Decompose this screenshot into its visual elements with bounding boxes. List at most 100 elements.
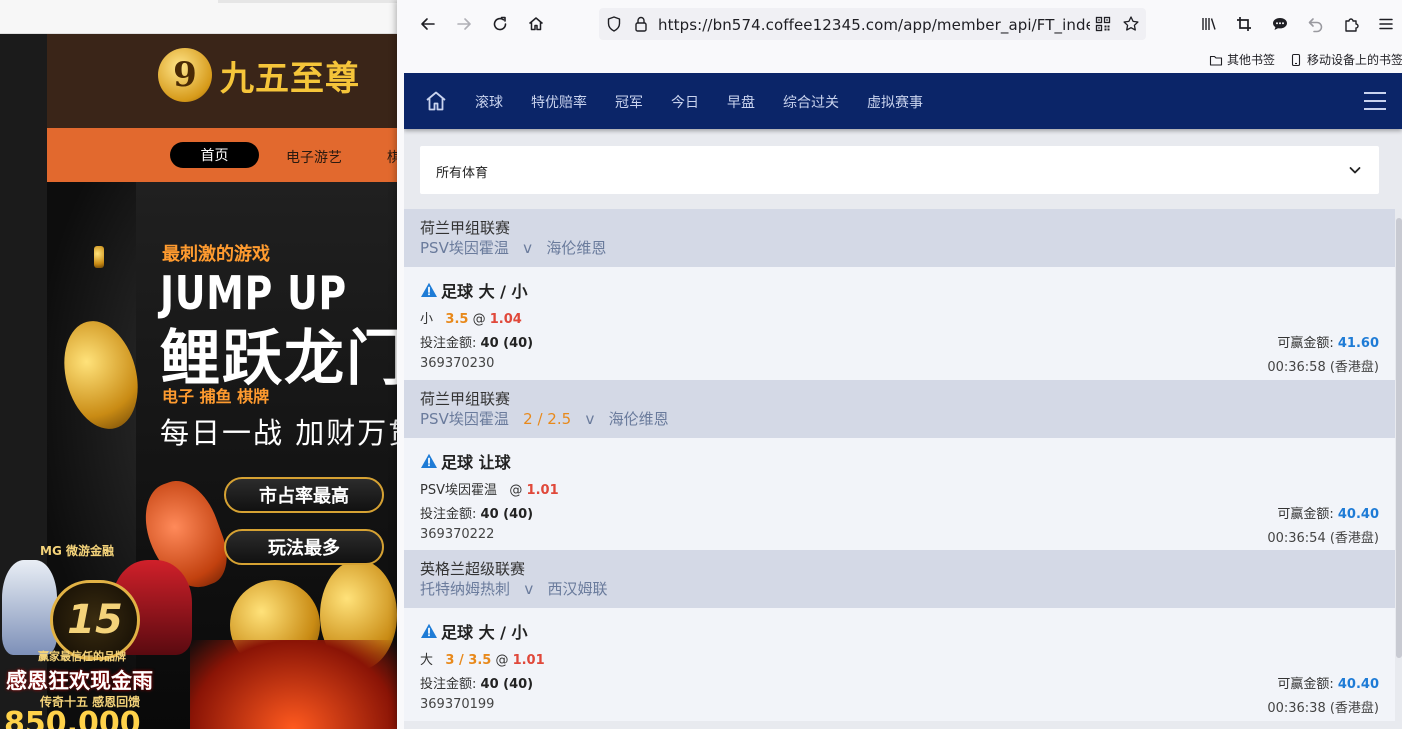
bet-odds: 1.01 [512, 653, 545, 668]
scrollbar-thumb[interactable] [1396, 218, 1402, 658]
win-value: 40.40 [1337, 677, 1379, 692]
promo-headline[interactable]: 感恩狂欢现金雨 [6, 665, 153, 695]
bet-slip: 荷兰甲组联赛 PSV埃因霍温 v 海伦维恩 足球 大 / 小 小 3.5 @ 1… [404, 209, 1395, 380]
nav-outright[interactable]: 冠军 [615, 92, 643, 112]
banner-button-most-games[interactable]: 玩法最多 [224, 529, 384, 565]
browser-window: https://bn574.coffee12345.com/app/member… [397, 0, 1402, 729]
star-icon[interactable] [1122, 15, 1140, 33]
bet-header: 英格兰超级联赛 托特纳姆热刺 v 西汉姆联 [404, 550, 1395, 608]
bet-pick: 小 [420, 312, 434, 327]
bet-header: 荷兰甲组联赛 PSV埃因霍温 2 / 2.5 v 海伦维恩 [404, 380, 1395, 438]
league-name: 荷兰甲组联赛 [420, 219, 511, 237]
nav-live[interactable]: 滚球 [475, 92, 503, 112]
vs-label: v [585, 410, 595, 428]
at-sign: @ [509, 483, 523, 498]
bet-header: 荷兰甲组联赛 PSV埃因霍温 v 海伦维恩 [404, 209, 1395, 267]
match-teams: PSV埃因霍温 2 / 2.5 v 海伦维恩 [420, 409, 1395, 429]
banner-kicker: 最刺激的游戏 [162, 244, 270, 265]
bet-selection: 大 3 / 3.5 @ 1.01 [420, 649, 545, 668]
stake-value: 40 (40) [480, 507, 534, 522]
bet-type: 足球 大 / 小 [420, 619, 528, 643]
nav-best-odds[interactable]: 特优赔率 [531, 92, 587, 112]
ticket-id: 369370230 [420, 356, 495, 371]
bet-win: 可赢金额: 40.40 [1277, 673, 1379, 692]
url-bar[interactable]: https://bn574.coffee12345.com/app/member… [599, 8, 1146, 40]
home-team: 托特纳姆热刺 [420, 580, 511, 598]
bet-time: 00:36:54 (香港盘) [1267, 531, 1379, 546]
library-icon [1202, 18, 1216, 30]
bet-slip: 英格兰超级联赛 托特纳姆热刺 v 西汉姆联 足球 大 / 小 大 3 / 3.5… [404, 550, 1395, 721]
undo-button[interactable] [1304, 12, 1328, 36]
back-button[interactable] [416, 12, 440, 36]
win-label: 可赢金额: [1277, 507, 1334, 522]
nav-parlay[interactable]: 综合过关 [783, 92, 839, 112]
back-arrow-icon [421, 18, 435, 30]
forward-button[interactable] [452, 12, 476, 36]
home-button[interactable] [524, 12, 548, 36]
background-window: 9 九五至尊 首页 电子游艺 棋 最刺激的游戏 JUMP UP 鲤跃龙门 电子 … [0, 0, 397, 729]
page-scrollbar[interactable] [1396, 218, 1402, 729]
warning-icon [421, 282, 437, 297]
bet-line: 3 / 3.5 [445, 653, 492, 668]
home-icon[interactable] [424, 89, 448, 113]
sport-select[interactable]: 所有体育 [420, 146, 1379, 194]
at-sign: @ [472, 312, 486, 327]
app-menu-button[interactable] [1374, 12, 1398, 36]
home-team: PSV埃因霍温 [420, 239, 509, 257]
reload-button[interactable] [488, 12, 512, 36]
browser-toolbar: https://bn574.coffee12345.com/app/member… [397, 0, 1402, 48]
win-label: 可赢金额: [1277, 336, 1334, 351]
library-button[interactable] [1197, 12, 1221, 36]
match-handicap: 2 / 2.5 [523, 410, 572, 428]
qr-code-icon[interactable] [1094, 15, 1112, 33]
at-sign: @ [495, 653, 509, 668]
chat-button[interactable] [1268, 12, 1292, 36]
extensions-icon [1345, 18, 1359, 32]
league-name: 英格兰超级联赛 [420, 560, 526, 578]
folder-icon [1209, 55, 1223, 66]
nav-home-button[interactable]: 首页 [170, 142, 259, 168]
bet-win: 可赢金额: 41.60 [1277, 332, 1379, 351]
bet-type-label: 足球 大 / 小 [441, 623, 528, 642]
web-page: 滚球 特优赔率 冠军 今日 早盘 综合过关 虚拟赛事 所有体育 荷兰甲组联赛 P… [404, 73, 1402, 729]
bet-stake: 投注金额: 40 (40) [420, 332, 533, 351]
lock-icon[interactable] [632, 15, 650, 33]
nav-egames-link[interactable]: 电子游艺 [286, 147, 342, 167]
extensions-button[interactable] [1340, 12, 1364, 36]
background-window-toolbar [0, 0, 397, 34]
away-team: 海伦维恩 [608, 410, 669, 428]
nav-today[interactable]: 今日 [671, 92, 699, 112]
match-teams: 托特纳姆热刺 v 西汉姆联 [420, 579, 1395, 599]
bet-pick: 大 [420, 653, 434, 668]
match-teams: PSV埃因霍温 v 海伦维恩 [420, 238, 1395, 258]
league-name: 荷兰甲组联赛 [420, 390, 511, 408]
bookmark-other[interactable]: 其他书签 [1209, 51, 1275, 68]
shield-icon[interactable] [605, 15, 623, 33]
url-text[interactable]: https://bn574.coffee12345.com/app/member… [658, 16, 1090, 34]
crop-icon [1237, 17, 1251, 31]
bet-odds: 1.01 [526, 483, 559, 498]
banner-button-market-share[interactable]: 市占率最高 [224, 477, 384, 513]
undo-icon [1308, 18, 1323, 33]
screenshot-button[interactable] [1232, 12, 1256, 36]
bet-body: 足球 大 / 小 小 3.5 @ 1.04 投注金额: 40 (40) 可赢金额… [404, 267, 1395, 380]
stake-value: 40 (40) [480, 336, 534, 351]
bet-type: 足球 让球 [420, 449, 511, 473]
vs-label: v [523, 239, 533, 257]
home-team: PSV埃因霍温 [420, 410, 509, 428]
bookmark-mobile[interactable]: 移动设备上的书签 [1289, 51, 1402, 68]
forward-arrow-icon [457, 18, 471, 30]
menu-icon [1379, 18, 1393, 30]
away-team: 西汉姆联 [547, 580, 608, 598]
hockey-player-illustration [2, 560, 57, 655]
mobile-icon [1291, 53, 1301, 66]
win-label: 可赢金额: [1277, 677, 1334, 692]
bet-type-label: 足球 让球 [441, 453, 511, 472]
hamburger-icon[interactable] [1363, 89, 1387, 113]
nav-virtual[interactable]: 虚拟赛事 [867, 92, 923, 112]
warning-icon [421, 453, 437, 468]
nav-early[interactable]: 早盘 [727, 92, 755, 112]
promo-tagline: 赢家最信任的品牌 [38, 650, 126, 663]
site-logo[interactable]: 9 九五至尊 [158, 48, 360, 102]
nav-cut-link[interactable]: 棋 [387, 147, 397, 167]
